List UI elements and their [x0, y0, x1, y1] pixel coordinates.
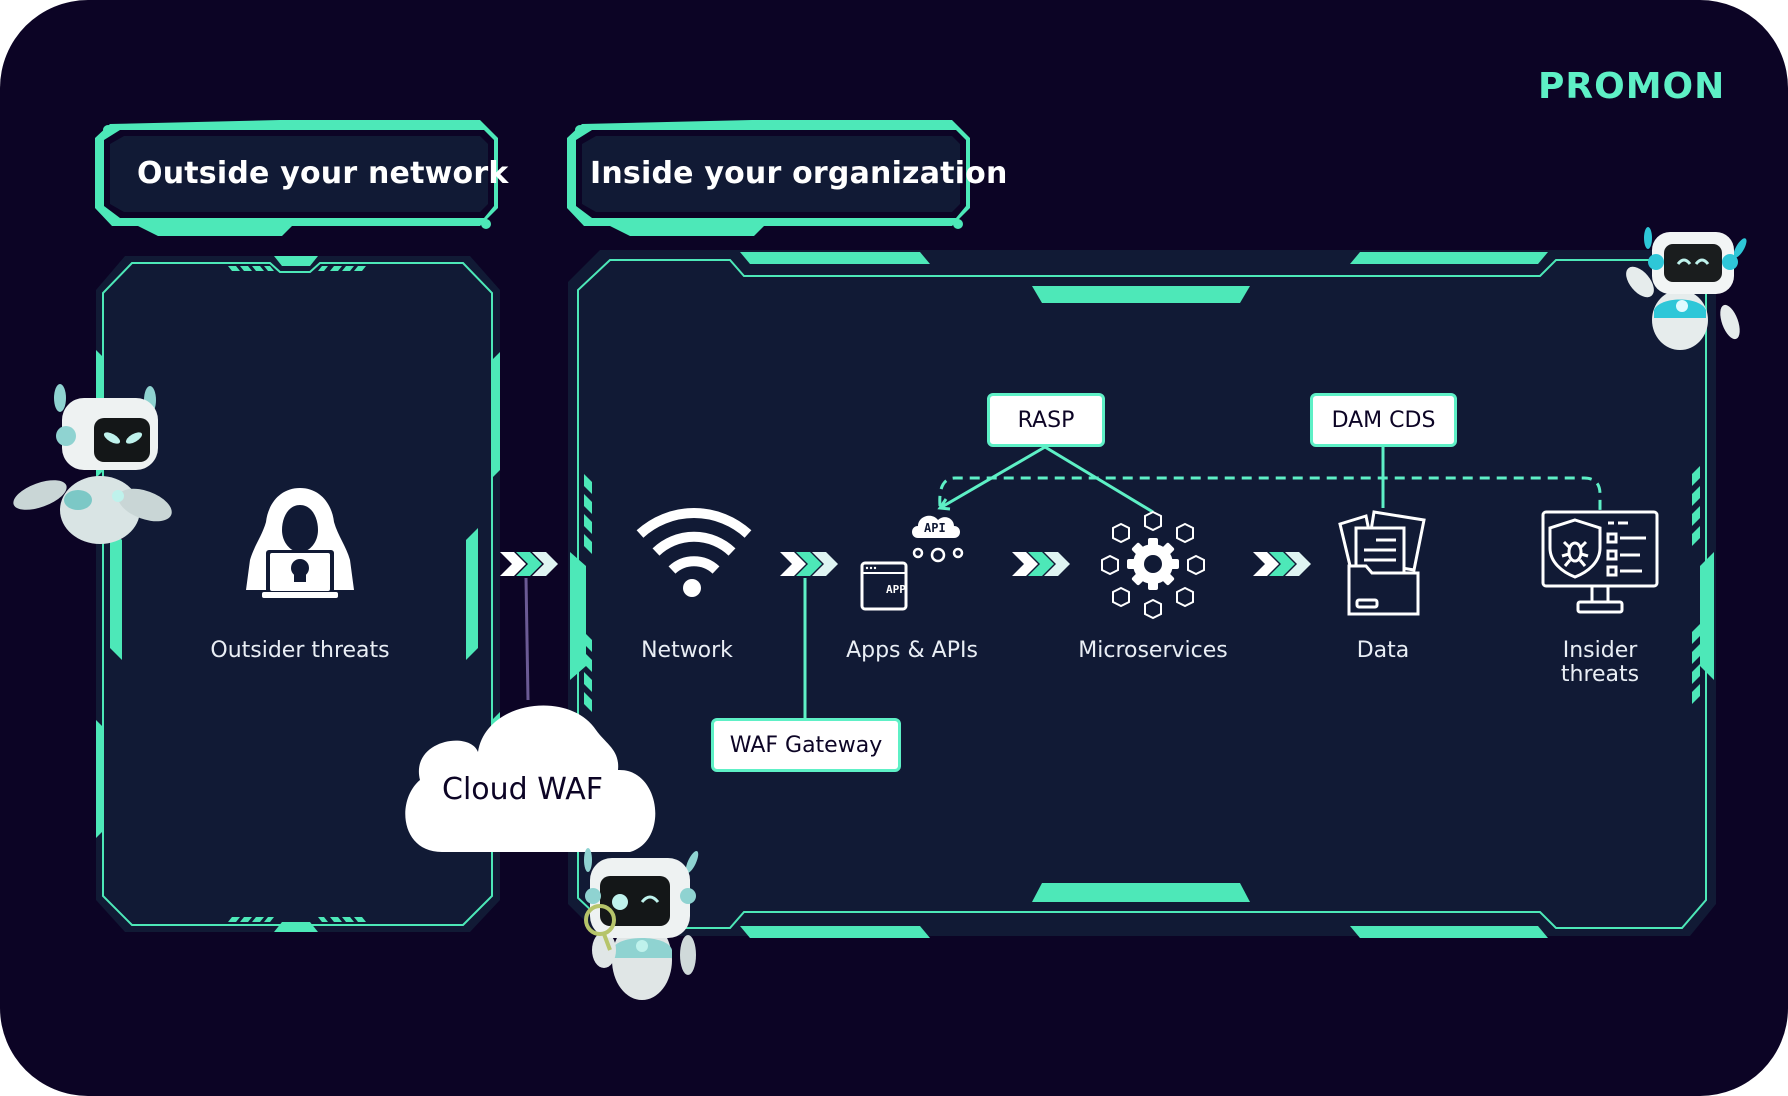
app-icon-text: APP: [886, 583, 906, 596]
cloud-waf-label: Cloud WAF: [442, 772, 604, 807]
inside-section-title: Inside your organization: [590, 156, 1008, 191]
robot-mascot-magnifier: [584, 848, 699, 1000]
wifi-dot: [683, 579, 701, 597]
insider-threats-label: Insider threats: [1561, 639, 1639, 687]
outsider-threats-label: Outsider threats: [210, 638, 390, 663]
waf-gateway-tag: WAF Gateway: [711, 718, 901, 772]
flow-arrow-1: [500, 552, 558, 576]
cloud-waf-connector: [524, 577, 530, 701]
insider-label-line2: threats: [1560, 662, 1640, 687]
outside-section-title: Outside your network: [137, 156, 509, 191]
microservices-label: Microservices: [1078, 638, 1228, 663]
network-label: Network: [641, 638, 733, 663]
inside-panel-frame: [568, 250, 1716, 938]
dam-cds-tag: DAM CDS: [1310, 393, 1457, 447]
apps-apis-label: Apps & APIs: [846, 638, 978, 663]
brand-logo: PROMON: [1538, 66, 1726, 107]
rasp-tag: RASP: [987, 393, 1105, 447]
insider-label-line1: Insider: [1562, 638, 1638, 663]
data-label: Data: [1356, 638, 1410, 663]
diagram-canvas: PROMON Outside your network Inside your …: [0, 0, 1788, 1096]
api-icon-text: API: [924, 521, 946, 535]
